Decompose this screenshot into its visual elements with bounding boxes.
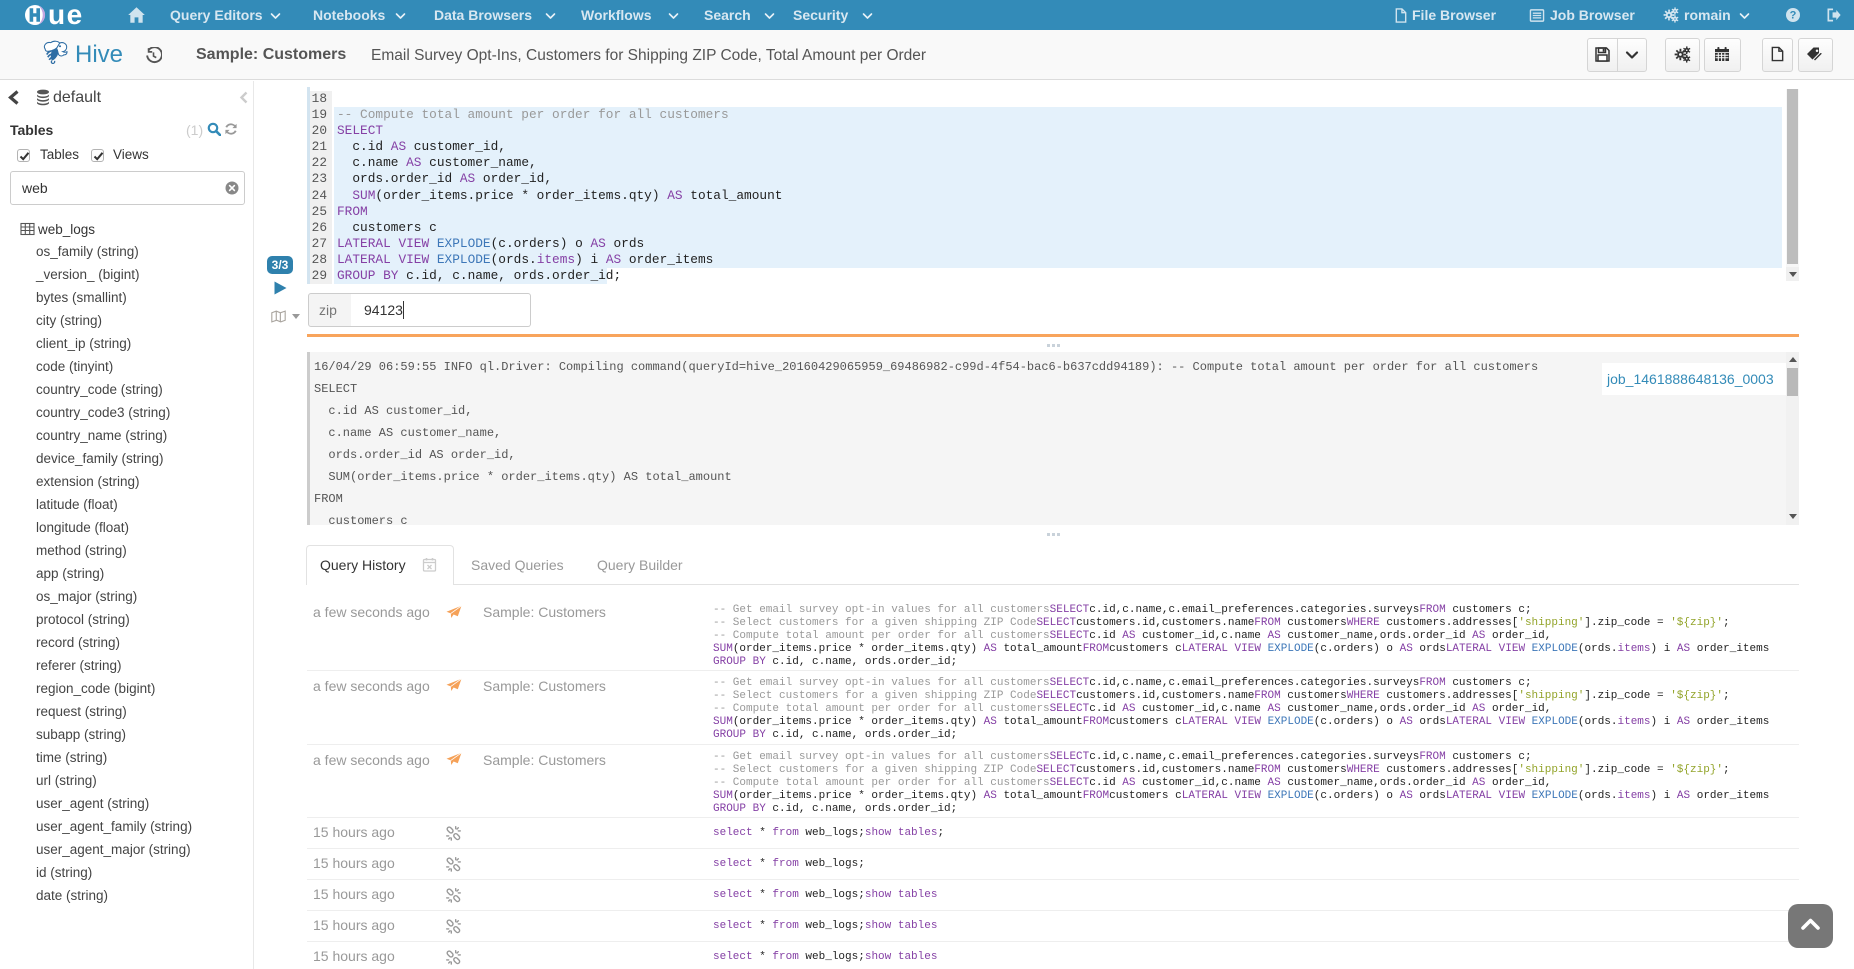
svg-text:?: ?	[1790, 10, 1797, 22]
svg-text:ue: ue	[48, 0, 84, 30]
